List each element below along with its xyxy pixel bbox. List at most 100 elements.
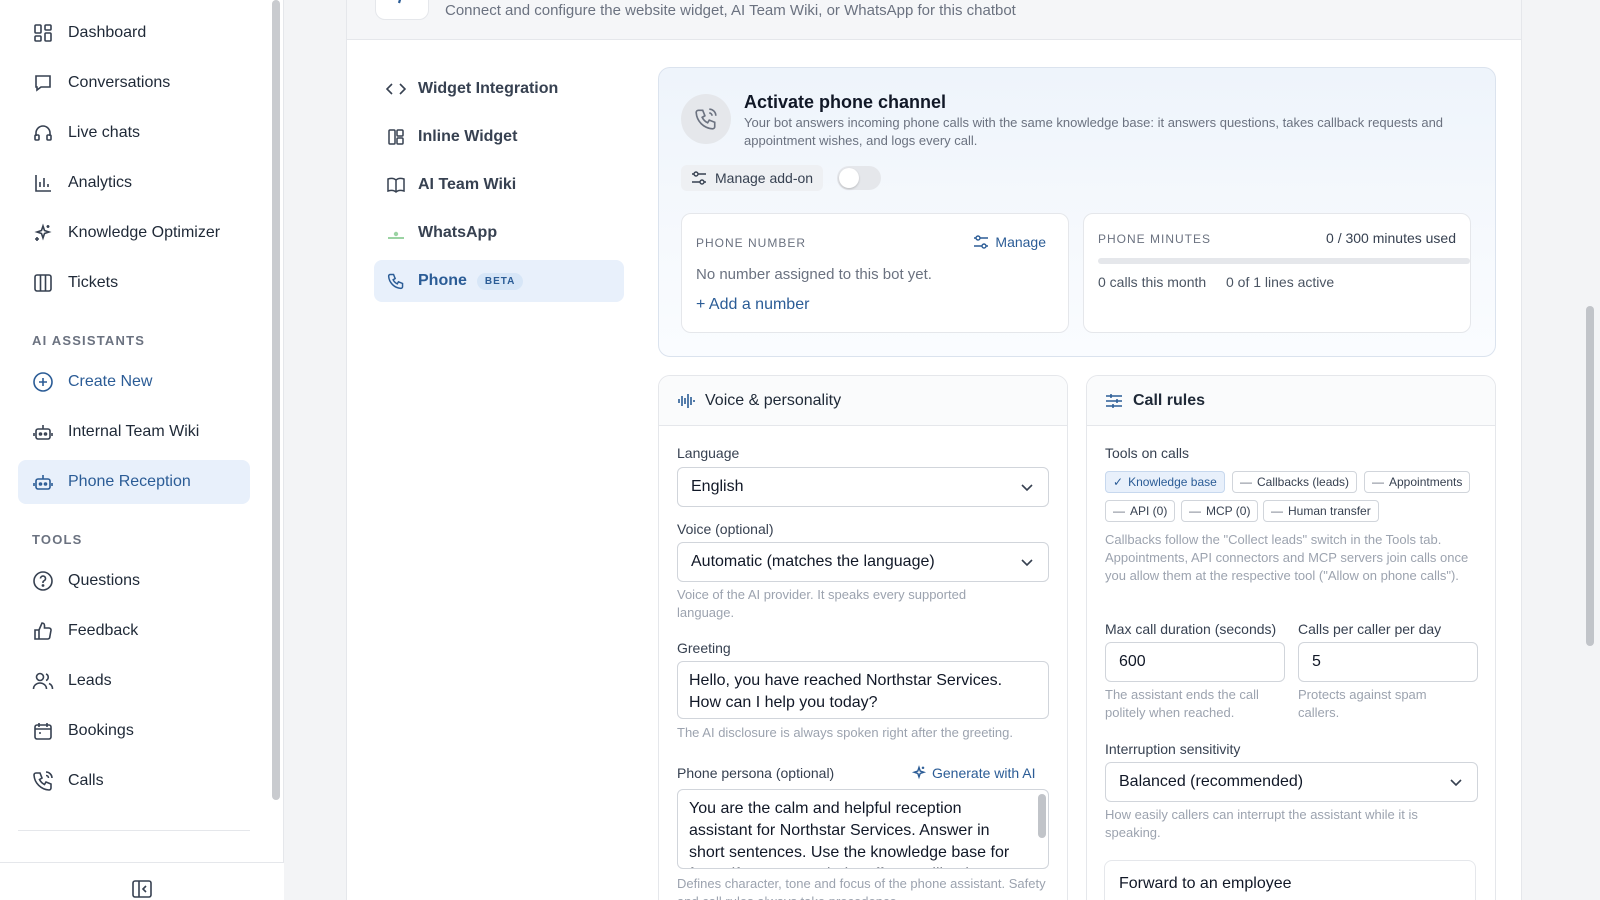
sidebar-item-label: Questions [68, 572, 141, 589]
greeting-textarea[interactable]: Hello, you have reached Northstar Servic… [677, 661, 1049, 719]
plus-circle-icon [32, 371, 54, 393]
page-scrollbar[interactable] [1586, 306, 1594, 646]
chip-label: Callbacks (leads) [1257, 475, 1350, 489]
beta-badge: BETA [476, 272, 524, 290]
collapse-sidebar-icon[interactable] [132, 880, 154, 900]
sidebar-item-internal-team-wiki[interactable]: Internal Team Wiki [18, 410, 250, 454]
code-icon [386, 79, 406, 99]
call-rules-title: Call rules [1133, 391, 1206, 409]
sidebar-item-questions[interactable]: Questions [18, 559, 250, 603]
chip-mcp[interactable]: — MCP (0) [1181, 500, 1259, 522]
persona-hint: Defines character, tone and focus of the… [677, 876, 1046, 900]
book-icon [386, 175, 406, 195]
sidebar-item-label: Conversations [68, 74, 171, 91]
minutes-progress-bar [1098, 258, 1470, 264]
chip-knowledge-base[interactable]: ✓ Knowledge base [1105, 471, 1225, 493]
generate-ai-label: Generate with AI [932, 765, 1036, 781]
sidebar-item-label: Calls [68, 772, 104, 789]
forward-title: Forward to an employee [1119, 875, 1292, 892]
interruption-select[interactable]: Balanced (recommended) [1105, 762, 1478, 802]
chip-appointments[interactable]: — Appointments [1364, 471, 1471, 493]
minutes-used-text: 0 / 300 minutes used [1326, 230, 1456, 246]
greeting-label: Greeting [677, 640, 731, 656]
interruption-value: Balanced (recommended) [1119, 773, 1304, 790]
call-rules-card: Call rules Tools on calls ✓ Knowledge ba… [1086, 375, 1496, 900]
sidebar-item-knowledge-optimizer[interactable]: Knowledge Optimizer [18, 211, 250, 255]
sidebar-scrollbar[interactable] [272, 0, 280, 800]
tab-ai-team-wiki[interactable]: AI Team Wiki [374, 164, 624, 206]
chip-label: Human transfer [1288, 504, 1371, 518]
forward-to-employee-card[interactable]: Forward to an employee [1104, 860, 1476, 900]
add-number-link[interactable]: + Add a number [696, 296, 809, 314]
manage-number-link[interactable]: Manage [973, 234, 1046, 250]
section-title-tools: TOOLS [32, 532, 83, 547]
page-subtitle: Connect and configure the website widget… [445, 2, 1016, 19]
section-title-ai-assistants: AI ASSISTANTS [32, 333, 146, 348]
sidebar-item-dashboard[interactable]: Dashboard [18, 11, 250, 55]
chip-api[interactable]: — API (0) [1105, 500, 1176, 522]
dash-icon: — [1113, 504, 1125, 518]
call-rules-header: Call rules [1087, 376, 1495, 426]
check-icon: ✓ [1113, 475, 1124, 489]
voice-label: Voice (optional) [677, 521, 774, 537]
phone-minutes-label: PHONE MINUTES [1098, 232, 1212, 246]
tab-label: WhatsApp [418, 224, 498, 241]
dash-icon: — [1271, 504, 1283, 518]
persona-textarea[interactable]: You are the calm and helpful reception a… [677, 789, 1049, 869]
dash-icon: — [1189, 504, 1201, 518]
max-duration-input[interactable]: 600 [1105, 642, 1285, 682]
activate-phone-card: Activate phone channel Your bot answers … [658, 67, 1496, 357]
tab-phone[interactable]: Phone BETA [374, 260, 624, 302]
per-caller-hint: Protects against spam callers. [1298, 687, 1427, 720]
sidebar-item-tickets[interactable]: Tickets [18, 261, 250, 305]
sidebar-item-phone-reception[interactable]: Phone Reception [18, 460, 250, 504]
greeting-hint: The AI disclosure is always spoken right… [677, 725, 1014, 740]
sidebar-item-live-chats[interactable]: Live chats [18, 111, 250, 155]
sidebar-item-analytics[interactable]: Analytics [18, 161, 250, 205]
sidebar-item-create-new[interactable]: Create New [18, 360, 250, 404]
language-value: English [691, 478, 744, 495]
tab-inline-widget[interactable]: Inline Widget [374, 116, 624, 158]
tab-widget-integration[interactable]: Widget Integration [374, 68, 624, 110]
sidebar-item-leads[interactable]: Leads [18, 659, 250, 703]
phone-number-card: PHONE NUMBER Manage No number assigned t… [681, 213, 1069, 333]
phone-number-label: PHONE NUMBER [696, 236, 807, 250]
bar-chart-icon [32, 172, 54, 194]
tab-label: AI Team Wiki [418, 176, 517, 193]
chip-callbacks[interactable]: — Callbacks (leads) [1232, 471, 1358, 493]
chip-human-transfer[interactable]: — Human transfer [1263, 500, 1379, 522]
sidebar-item-bookings[interactable]: Bookings [18, 709, 250, 753]
activate-description: Your bot answers incoming phone calls wi… [744, 115, 1444, 148]
sidebar-item-calls[interactable]: Calls [18, 759, 250, 803]
layout-icon [386, 127, 406, 147]
no-number-text: No number assigned to this bot yet. [696, 266, 932, 283]
columns-icon [32, 272, 54, 294]
generate-with-ai-button[interactable]: Generate with AI [911, 765, 1036, 781]
sidebar-item-label: Knowledge Optimizer [68, 224, 221, 241]
chip-label: MCP (0) [1206, 504, 1251, 518]
dash-icon: — [1240, 475, 1252, 489]
dashboard-icon [32, 22, 54, 44]
sidebar-item-label: Feedback [68, 622, 139, 639]
phone-icon [386, 271, 406, 291]
audio-waveform-icon [677, 393, 695, 409]
activate-title: Activate phone channel [744, 92, 947, 112]
voice-personality-card: Voice & personality Language English Voi… [658, 375, 1068, 900]
interruption-hint: How easily callers can interrupt the ass… [1105, 807, 1418, 840]
persona-scrollbar[interactable] [1038, 794, 1046, 838]
language-select[interactable]: English [677, 467, 1049, 507]
tab-whatsapp[interactable]: WhatsApp [374, 212, 624, 254]
sidebar-item-conversations[interactable]: Conversations [18, 61, 250, 105]
per-caller-input[interactable]: 5 [1298, 642, 1478, 682]
sidebar: Dashboard Conversations Live chats Analy… [0, 0, 284, 900]
language-label: Language [677, 445, 740, 461]
phone-channel-toggle[interactable] [837, 166, 881, 190]
manage-addon-button[interactable]: Manage add-on [681, 165, 824, 191]
tab-label: Widget Integration [418, 80, 559, 97]
sparkles-icon [911, 765, 927, 781]
voice-select[interactable]: Automatic (matches the language) [677, 542, 1049, 582]
sidebar-divider [18, 830, 250, 831]
phone-minutes-card: PHONE MINUTES 0 / 300 minutes used 0 cal… [1083, 213, 1471, 333]
sidebar-item-feedback[interactable]: Feedback [18, 609, 250, 653]
settings-sliders-icon [973, 234, 989, 250]
